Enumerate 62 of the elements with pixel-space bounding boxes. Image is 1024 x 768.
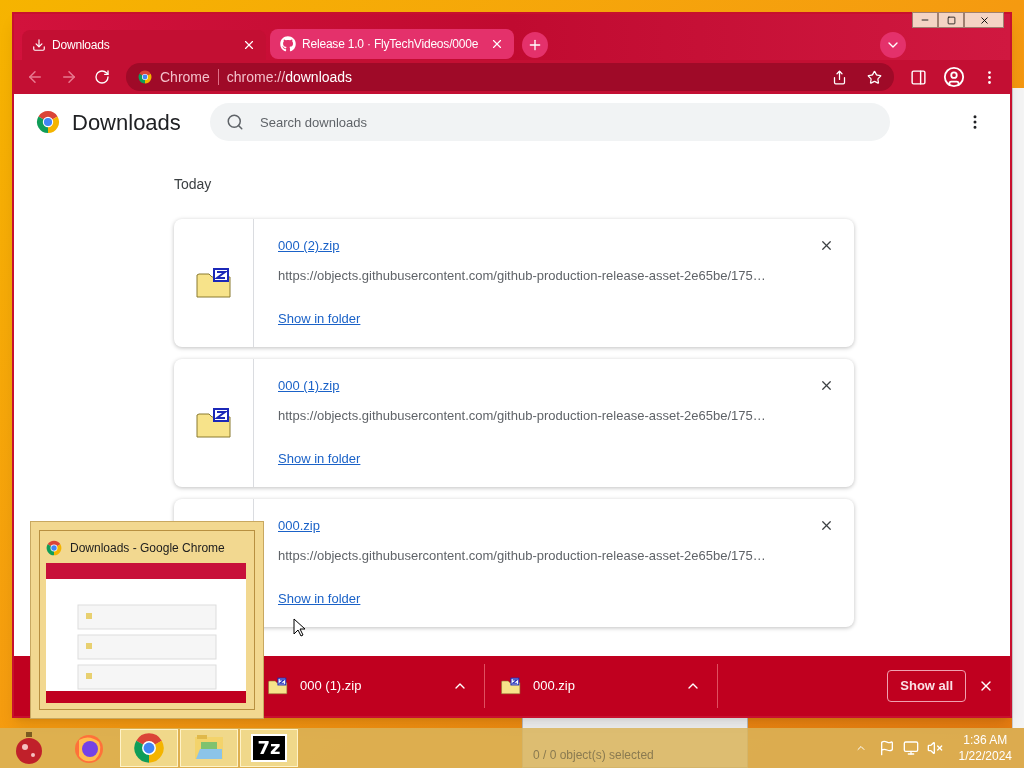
shelf-file-name: 000 (1).zip [300,677,363,696]
zip-file-icon [501,676,521,696]
window-thumbnail-popup[interactable]: Downloads - Google Chrome [30,521,264,719]
thumbnail-title: Downloads - Google Chrome [70,540,225,557]
page-title: Downloads [72,108,182,137]
firefox-icon [73,732,105,764]
taskbar-button[interactable]: 7z [240,729,298,767]
remove-icon[interactable] [819,518,834,533]
minimize-button[interactable] [912,12,938,28]
url-text: chrome://downloads [226,67,353,87]
source-url: https://objects.githubusercontent.com/github-production-release-asset-2e65be/175… [278,546,767,565]
github-icon [280,36,296,52]
chrome-logo [36,110,60,134]
tab-title: Release 1.0 · FlyTechVideos/000e [302,36,480,53]
clock-date: 1/22/2024 [958,748,1012,764]
browser-tab[interactable]: Downloads [22,30,266,60]
chrome-icon [133,732,165,764]
plus-icon [527,37,543,53]
file-link[interactable]: 000.zip [278,516,320,536]
side-panel-icon[interactable] [910,68,927,86]
show-in-folder-link[interactable]: Show in folder [278,449,361,469]
taskbar-button[interactable] [120,729,178,767]
shelf-file-name: 000.zip [533,677,576,696]
reload-icon[interactable] [94,69,110,85]
search-icon [226,113,244,131]
ornament-icon [14,731,44,765]
sevenzip-logo: 7z [251,734,287,762]
maximize-button[interactable] [938,12,964,28]
show-in-folder-link[interactable]: Show in folder [278,589,361,609]
remove-icon[interactable] [819,378,834,393]
zip-file-icon [195,405,232,441]
close-button[interactable] [964,12,1004,28]
shelf-item[interactable]: 000.zip [485,664,718,708]
file-link[interactable]: 000 (2).zip [278,236,340,256]
zip-file-icon [268,676,288,696]
share-icon[interactable] [832,69,847,85]
remove-icon[interactable] [819,238,834,253]
new-tab-button[interactable] [522,32,548,58]
chrome-icon [46,540,62,556]
profile-icon[interactable] [943,66,965,88]
close-icon [978,14,990,26]
tab-search-button[interactable] [880,32,906,58]
source-url: https://objects.githubusercontent.com/github-production-release-asset-2e65be/175… [278,266,767,285]
close-icon[interactable] [490,37,504,51]
site-label: Chrome [160,67,210,87]
show-all-button[interactable]: Show all [887,670,966,702]
address-bar[interactable]: Chrome chrome://downloads [126,63,894,91]
clock-time: 1:36 AM [963,732,1008,748]
download-icon [32,38,46,52]
search-field[interactable]: Search downloads [210,103,890,141]
chrome-icon [138,70,152,84]
tab-title: Downloads [52,37,111,54]
status-text: 0 / 0 object(s) selected [533,747,654,764]
close-icon[interactable] [242,38,256,52]
file-link[interactable]: 000 (1).zip [278,376,340,396]
maximize-icon [946,15,956,25]
source-url: https://objects.githubusercontent.com/github-production-release-asset-2e65be/175… [278,406,767,425]
show-in-folder-link[interactable]: Show in folder [278,309,361,329]
section-heading: Today [174,175,213,194]
zip-file-icon [195,265,232,301]
star-icon[interactable] [867,69,882,85]
browser-tab[interactable]: Release 1.0 · FlyTechVideos/000e [270,29,514,59]
